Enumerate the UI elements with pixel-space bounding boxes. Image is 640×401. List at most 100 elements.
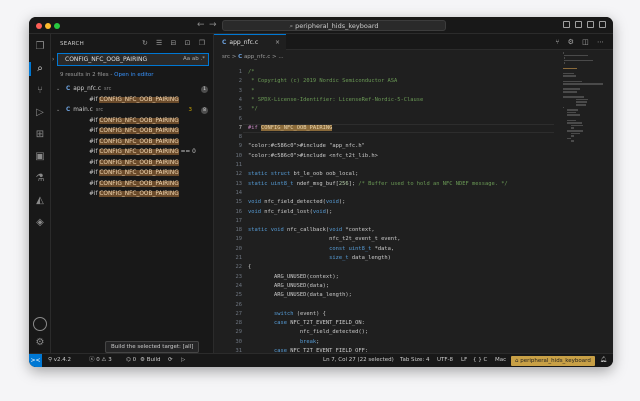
search-icon[interactable]: ⌕ [29,62,47,76]
result-match-line[interactable]: #if CONFIG_NFC_OOB_PAIRING [51,158,214,169]
code-line[interactable]: */ [248,105,258,114]
tab-app-nfc-c[interactable]: Capp_nfc.c × [214,34,286,50]
code-line[interactable]: "color:#c586c0">#include <nfc_t2t_lib.h> [248,152,378,161]
close-window-button[interactable] [36,23,42,29]
language-mode[interactable]: { } C [473,354,487,367]
command-center-search[interactable]: ⌕ peripheral_hids_keyboard [222,20,446,31]
settings-gear-icon[interactable]: ⚙ [33,336,47,350]
code-line[interactable]: ARG_UNUSED(context); [248,273,339,282]
result-match-line[interactable]: #if CONFIG_NFC_OOB_PAIRING == 0 [51,147,214,158]
match-prefix: #if [89,128,100,134]
search-sidebar: SEARCH ↻ ☰ ⊟ ⊡ ❐ › CONFIG_NFC_OOB_PAIRIN… [51,34,214,353]
code-editor[interactable]: 1 /* 2 * Copyright (c) 2019 Nordic Semicon… [214,68,554,367]
code-line[interactable]: ARG_UNUSED(data_length); [248,291,352,300]
result-match-line[interactable]: #if CONFIG_NFC_OOB_PAIRING [51,137,214,148]
toggle-primary-sidebar-icon[interactable] [563,21,570,28]
ports-indicator[interactable]: ⌬ 0 [126,354,136,367]
code-line[interactable]: ARG_UNUSED(data); [248,282,329,291]
toggle-panel-icon[interactable] [575,21,582,28]
result-match-line[interactable]: #if CONFIG_NFC_OOB_PAIRING [51,116,214,127]
line-number: 2 [238,78,242,85]
code-line[interactable]: static uint8_t ndef_msg_buf[256]; /* Buf… [248,180,508,189]
code-line[interactable]: * SPDX-License-Identifier: LicenseRef-No… [248,96,423,105]
result-match-line[interactable]: #if CONFIG_NFC_OOB_PAIRING [51,126,214,137]
result-match-line[interactable]: #if CONFIG_NFC_OOB_PAIRING [51,189,214,200]
cursor-position[interactable]: Ln 7, Col 27 (22 selected) [323,354,394,367]
customize-layout-icon[interactable] [599,21,606,28]
close-tab-icon[interactable]: × [275,35,280,50]
run-debug-icon[interactable]: ▷ [33,106,47,120]
line-number: 15 [235,199,243,206]
minimap[interactable] [563,52,605,172]
search-options[interactable]: Aa ab .* [183,54,205,65]
chevron-down-icon[interactable]: ⌄ [56,105,60,116]
breadcrumb[interactable]: src > C app_nfc.c > ... [222,54,284,60]
debug-icon[interactable]: ⟳ [168,354,173,367]
nordic-icon[interactable]: ◭ [33,194,47,208]
code-line[interactable]: void nfc_field_lost(void); [248,208,332,217]
run-icon[interactable]: ▷ [181,354,185,367]
vscode-icon[interactable]: ◈ [33,216,47,230]
end-of-line[interactable]: LF [461,354,467,367]
search-input-value: CONFIG_NFC_OOB_PAIRING [65,56,148,63]
platform[interactable]: Mac [495,354,506,367]
nrf-version[interactable]: ⚲ v2.4.2 [48,354,71,367]
result-file-row[interactable]: ⌄ Cmain.c src 3 8 [51,105,214,116]
toggle-replace-chevron-icon[interactable]: › [52,56,54,63]
code-line[interactable]: static void nfc_callback(void *context, [248,226,375,235]
breadcrumb-symbol[interactable]: > ... [272,54,284,60]
search-actions[interactable]: ↻ ☰ ⊟ ⊡ ❐ [142,39,208,47]
result-match-line[interactable]: #if CONFIG_NFC_OOB_PAIRING [51,179,214,190]
code-line[interactable]: case NFC_T2T_EVENT_FIELD_ON: [248,319,365,328]
minimize-window-button[interactable] [45,23,51,29]
result-file-row[interactable]: ⌄ Capp_nfc.c src 1 [51,84,214,95]
result-match-line[interactable]: #if CONFIG_NFC_OOB_PAIRING [51,168,214,179]
code-line[interactable]: const uint8_t *data, [248,245,394,254]
remote-indicator[interactable]: >< [29,354,42,367]
editor-area: Capp_nfc.c × ⑂ ⚙ ◫ ⋯ src > C app_nfc.c >… [214,34,613,367]
maximize-window-button[interactable] [54,23,60,29]
code-line[interactable]: size_t data_length) [248,254,391,263]
match-prefix: #if [89,159,100,166]
tab-size[interactable]: Tab Size: 4 [400,354,429,367]
toggle-secondary-sidebar-icon[interactable] [587,21,594,28]
chevron-down-icon[interactable]: ⌄ [56,84,60,95]
result-match-line[interactable]: #if CONFIG_NFC_OOB_PAIRING [51,95,214,106]
code-line[interactable]: nfc_field_detected(); [248,328,368,337]
code-line[interactable]: nfc_t2t_event_t event, [248,235,400,244]
code-line[interactable]: { [248,263,251,272]
project-badge[interactable]: ⌂ peripheral_hids_keyboard [511,356,595,366]
minimap-line [563,83,603,85]
problems-indicator[interactable]: ⓧ 0 ⚠ 3 [89,354,112,367]
code-line[interactable]: "color:#c586c0">#include "app_nfc.h" [248,142,365,151]
c-file-icon: C [66,107,71,113]
source-control-icon[interactable]: ⑂ [33,84,47,98]
extensions-icon[interactable]: ⊞ [33,128,47,142]
code-line[interactable]: break; [248,338,319,347]
back-arrow-icon[interactable]: ← [197,20,205,30]
code-line[interactable]: * [248,87,254,96]
testing-icon[interactable]: ⚗ [33,172,47,186]
editor-actions[interactable]: ⑂ ⚙ ◫ ⋯ [555,38,607,46]
breadcrumb-file[interactable]: app_nfc.c [244,54,270,60]
files-icon[interactable]: ❐ [33,40,47,54]
code-line[interactable]: switch (event) { [248,310,326,319]
code-line[interactable]: void nfc_field_detected(void); [248,198,345,207]
encoding[interactable]: UTF-8 [437,354,453,367]
code-line[interactable]: static struct bt_le_oob oob_local; [248,170,358,179]
match-prefix: #if [89,170,100,176]
build-button[interactable]: ⚙ Build [140,354,161,367]
breadcrumb-folder[interactable]: src [222,54,230,60]
line-number: 1 [238,69,242,75]
search-input[interactable]: CONFIG_NFC_OOB_PAIRING Aa ab .* [57,53,209,66]
code-line[interactable]: #if CONFIG_NFC_OOB_PAIRING [248,124,333,133]
line-number: 20 [235,245,243,252]
open-in-editor-link[interactable]: Open in editor [114,72,153,78]
code-line[interactable]: * Copyright (c) 2019 Nordic Semiconducto… [248,77,397,86]
account-icon[interactable] [33,317,47,331]
remote-explorer-icon[interactable]: ▣ [33,150,47,164]
notifications-bell-icon[interactable]: 🔔︎ [600,354,607,367]
match-highlight: CONFIG_NFC_OOB_PAIRING [99,159,179,166]
forward-arrow-icon[interactable]: → [209,20,217,30]
code-line[interactable]: /* [248,68,255,77]
